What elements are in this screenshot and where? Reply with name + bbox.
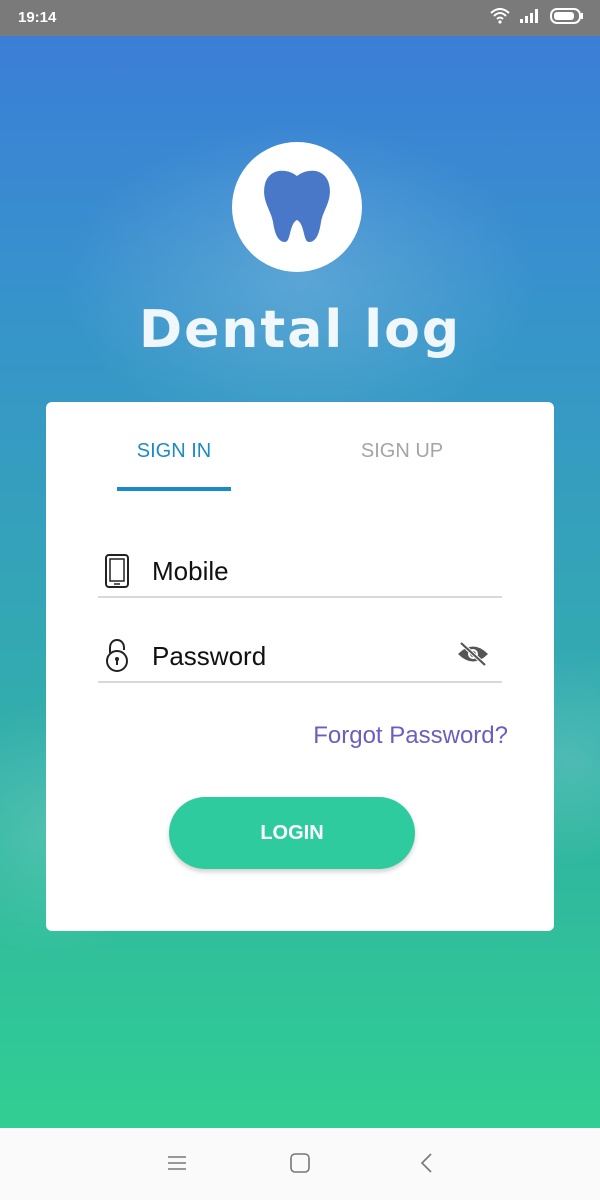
brand-name: Dental log — [138, 300, 462, 360]
menu-icon[interactable] — [166, 1152, 188, 1179]
eye-off-icon[interactable] — [456, 641, 490, 672]
battery-icon — [550, 8, 584, 29]
password-field — [98, 625, 502, 683]
logo — [232, 142, 362, 272]
active-tab-indicator — [117, 487, 231, 491]
lock-icon — [104, 638, 130, 678]
signal-icon — [520, 9, 540, 28]
mobile-input[interactable] — [152, 554, 442, 588]
back-icon[interactable] — [416, 1152, 438, 1179]
home-icon[interactable] — [289, 1152, 311, 1179]
status-bar: 19:14 — [0, 0, 600, 36]
forgot-password-link[interactable]: Forgot Password? — [313, 722, 508, 750]
phone-icon — [104, 554, 130, 593]
auth-card: SIGN IN SIGN UP Mobile Forgot Password? … — [46, 402, 554, 931]
navigation-bar — [0, 1128, 600, 1200]
tab-sign-up[interactable]: SIGN UP — [322, 440, 482, 463]
wifi-icon — [490, 8, 510, 29]
tab-sign-in[interactable]: SIGN IN — [94, 440, 254, 463]
password-input[interactable] — [152, 639, 442, 673]
tooth-icon — [261, 166, 333, 249]
mobile-field — [98, 540, 502, 598]
login-screen: 19:14 Dental log SIGN IN SIGN UP Mobile … — [0, 0, 600, 1200]
status-time: 19:14 — [18, 9, 57, 26]
login-button[interactable]: LOGIN — [169, 797, 415, 869]
